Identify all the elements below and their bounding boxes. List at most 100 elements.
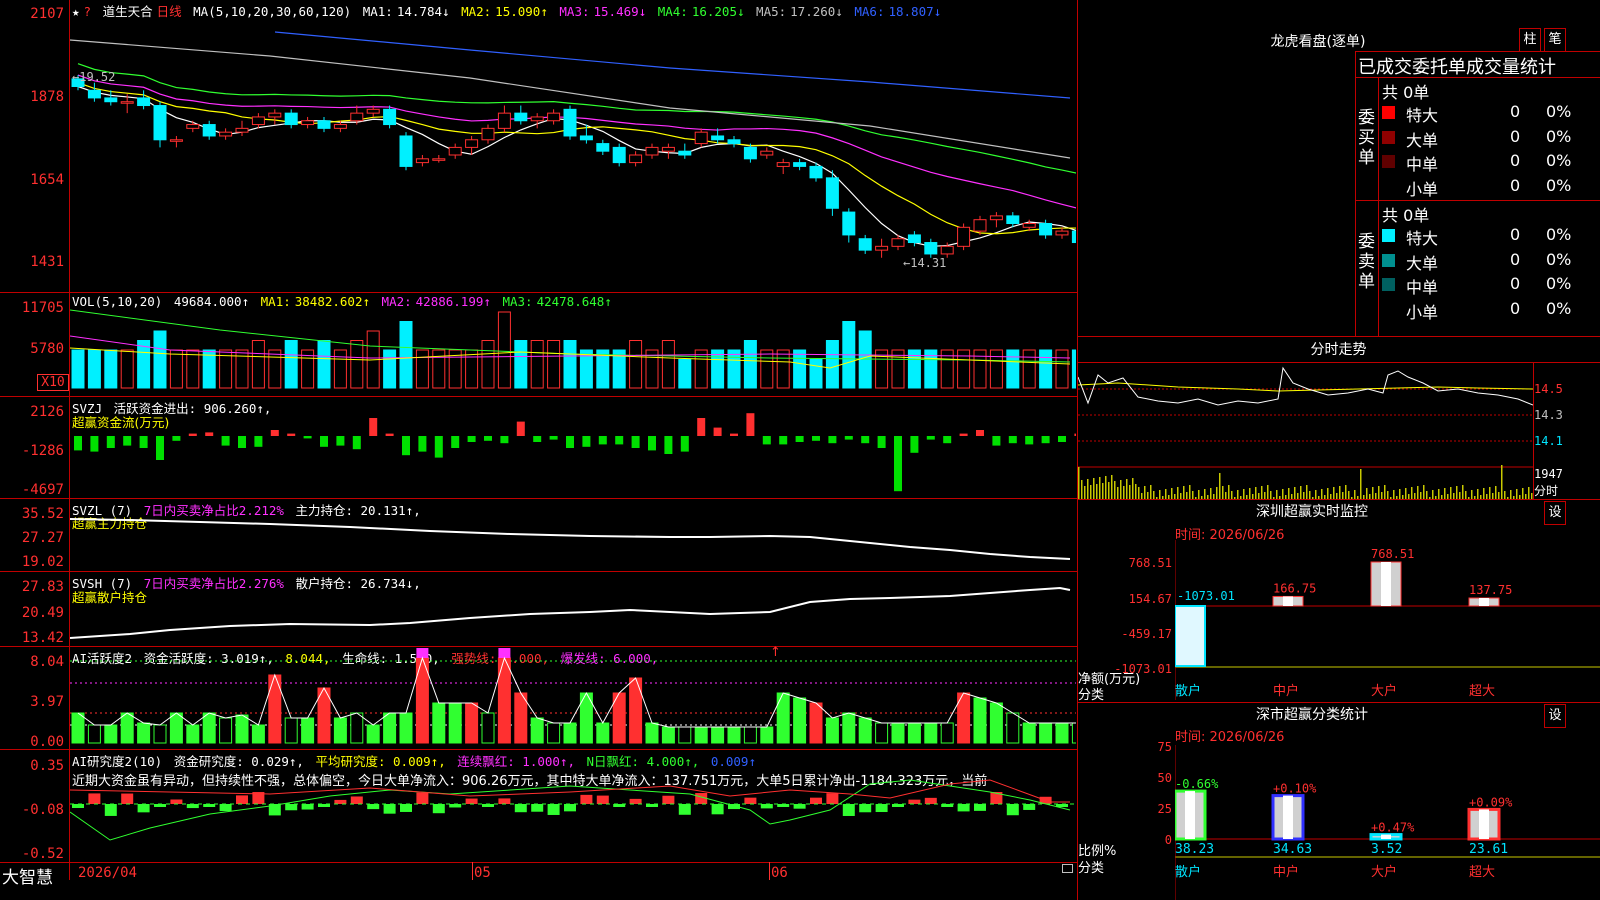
- change-label: +0.09%: [1469, 795, 1513, 809]
- intraday-volume-bar: [1522, 488, 1524, 499]
- category-label: 散户: [1175, 683, 1201, 699]
- fund-flow-chart[interactable]: [70, 397, 1076, 498]
- fund-flow-bar: [484, 436, 492, 441]
- help-icon[interactable]: ?: [84, 4, 92, 19]
- fund-flow-bar: [713, 427, 722, 436]
- fund-flow-bar: [74, 436, 82, 451]
- volume-chart[interactable]: [70, 306, 1076, 396]
- fund-flow-bar: [549, 436, 558, 440]
- candlestick-chart[interactable]: [70, 18, 1076, 292]
- intraday-volume-bar: [1255, 487, 1257, 499]
- divider: [1378, 77, 1379, 336]
- volume-bar: [743, 340, 757, 389]
- ratio-bar: [1271, 794, 1305, 841]
- period-label[interactable]: 日线: [157, 4, 182, 19]
- volume-bar: [678, 359, 692, 389]
- volume-bar: [858, 330, 872, 389]
- bar-mode-button[interactable]: 柱: [1519, 28, 1541, 52]
- activity-bar: [202, 712, 216, 744]
- main-force-holding-chart[interactable]: [70, 499, 1076, 571]
- sell-total: 共 0单: [1382, 206, 1430, 225]
- sz-monitor-axis: -459.17: [1121, 627, 1172, 641]
- activity-bar: [448, 702, 462, 744]
- research-bar: [498, 798, 511, 804]
- main-force-line: [70, 518, 1071, 560]
- research-chart[interactable]: [70, 750, 1076, 862]
- intraday-volume-bar: [1153, 491, 1155, 499]
- order-stats-header: 已成交委托单成交量统计: [1358, 57, 1556, 78]
- intraday-volume-bar: [1261, 486, 1263, 499]
- category-label: 超大: [1469, 684, 1495, 699]
- research-bar: [875, 804, 888, 813]
- buy-color-swatch: [1382, 130, 1395, 144]
- intraday-chart[interactable]: [1078, 363, 1533, 499]
- volume-bar: [104, 349, 118, 389]
- ma6-name: MA6:: [854, 4, 885, 19]
- sell-row-count: 0: [1510, 298, 1521, 318]
- ai2-axis-label: 0.35: [30, 758, 64, 774]
- sell-row-percent: 0%: [1546, 274, 1572, 293]
- lock-icon[interactable]: [1062, 864, 1073, 873]
- sz-net-amount-chart[interactable]: -1073.01 散户 166.75 中户 768.51 大户 137.75 超大: [1175, 540, 1600, 700]
- svsh-axis-label: 20.49: [21, 605, 64, 621]
- favorite-star-icon[interactable]: ★: [72, 4, 80, 19]
- change-label: +0.47%: [1371, 821, 1415, 835]
- fund-flow-bar: [1074, 433, 1076, 436]
- candle: [596, 139, 610, 155]
- intraday-volume-bar: [1345, 485, 1347, 499]
- sz-class-axis: 50: [1157, 771, 1172, 785]
- fund-flow-bar: [500, 436, 509, 444]
- candle: [169, 135, 183, 148]
- ma5-name: MA5:: [756, 4, 787, 19]
- sell-row-name: 小单: [1406, 302, 1439, 322]
- net-amount-label: -1073.01: [1177, 589, 1235, 603]
- net-amount-bar: [1468, 597, 1500, 607]
- fund-flow-bar: [1025, 436, 1034, 445]
- ratio-label: 34.63: [1273, 842, 1312, 857]
- vol-unit-badge[interactable]: X10: [37, 374, 69, 391]
- intraday-volume-bar: [1144, 486, 1146, 499]
- buy-row-percent: 0%: [1546, 102, 1572, 121]
- activity-bar: [383, 712, 397, 744]
- divider: [1077, 702, 1600, 703]
- candle: [793, 158, 807, 171]
- sz-ratio-chart[interactable]: -0.66% 38.23 散户 +0.10% 34.63 中户 +0.47% 3.52 大户 +0…: [1175, 745, 1600, 900]
- buy-row-count: 0: [1510, 102, 1521, 121]
- date-tick: [472, 862, 473, 880]
- volume-bar: [793, 349, 807, 389]
- fund-flow-bar: [877, 436, 886, 448]
- ma2-value: 15.090↑: [495, 4, 548, 19]
- candle: [399, 132, 413, 171]
- activity-bar: [87, 724, 101, 744]
- sell-color-swatch: [1382, 302, 1395, 316]
- research-bar: [596, 795, 609, 804]
- volume-bar: [514, 340, 528, 389]
- retail-line: [70, 586, 1071, 639]
- fund-flow-bar: [680, 436, 689, 452]
- ma4-name: MA4:: [657, 4, 688, 19]
- volume-bar: [629, 340, 643, 389]
- activity-bar: [825, 717, 839, 744]
- fund-flow-bar: [156, 436, 164, 460]
- research-bar: [547, 804, 560, 815]
- ma1-value: 14.784↓: [396, 4, 450, 19]
- research-bar: [580, 794, 593, 804]
- sz-monitor-settings-button[interactable]: 设: [1544, 501, 1566, 525]
- research-bar: [564, 804, 576, 812]
- svzl-axis-label: 19.02: [21, 554, 64, 570]
- intraday-volume: [1078, 465, 1533, 499]
- fund-flow-bar: [221, 436, 230, 446]
- activity-bar: [530, 717, 544, 744]
- sz-class-settings-button[interactable]: 设: [1544, 704, 1566, 728]
- buy-color-swatch: [1382, 106, 1395, 119]
- category-label: 中户: [1273, 683, 1299, 699]
- retail-holding-chart[interactable]: [70, 572, 1076, 646]
- intraday-volume-bar: [1423, 485, 1425, 499]
- activity-bar: [694, 726, 708, 744]
- activity-chart[interactable]: [70, 647, 1076, 749]
- candle: [776, 158, 790, 175]
- tick-mode-button[interactable]: 笔: [1544, 28, 1566, 52]
- intraday-volume-bar: [1177, 487, 1179, 499]
- buy-row-percent: 0%: [1546, 175, 1572, 195]
- candle: [760, 147, 774, 159]
